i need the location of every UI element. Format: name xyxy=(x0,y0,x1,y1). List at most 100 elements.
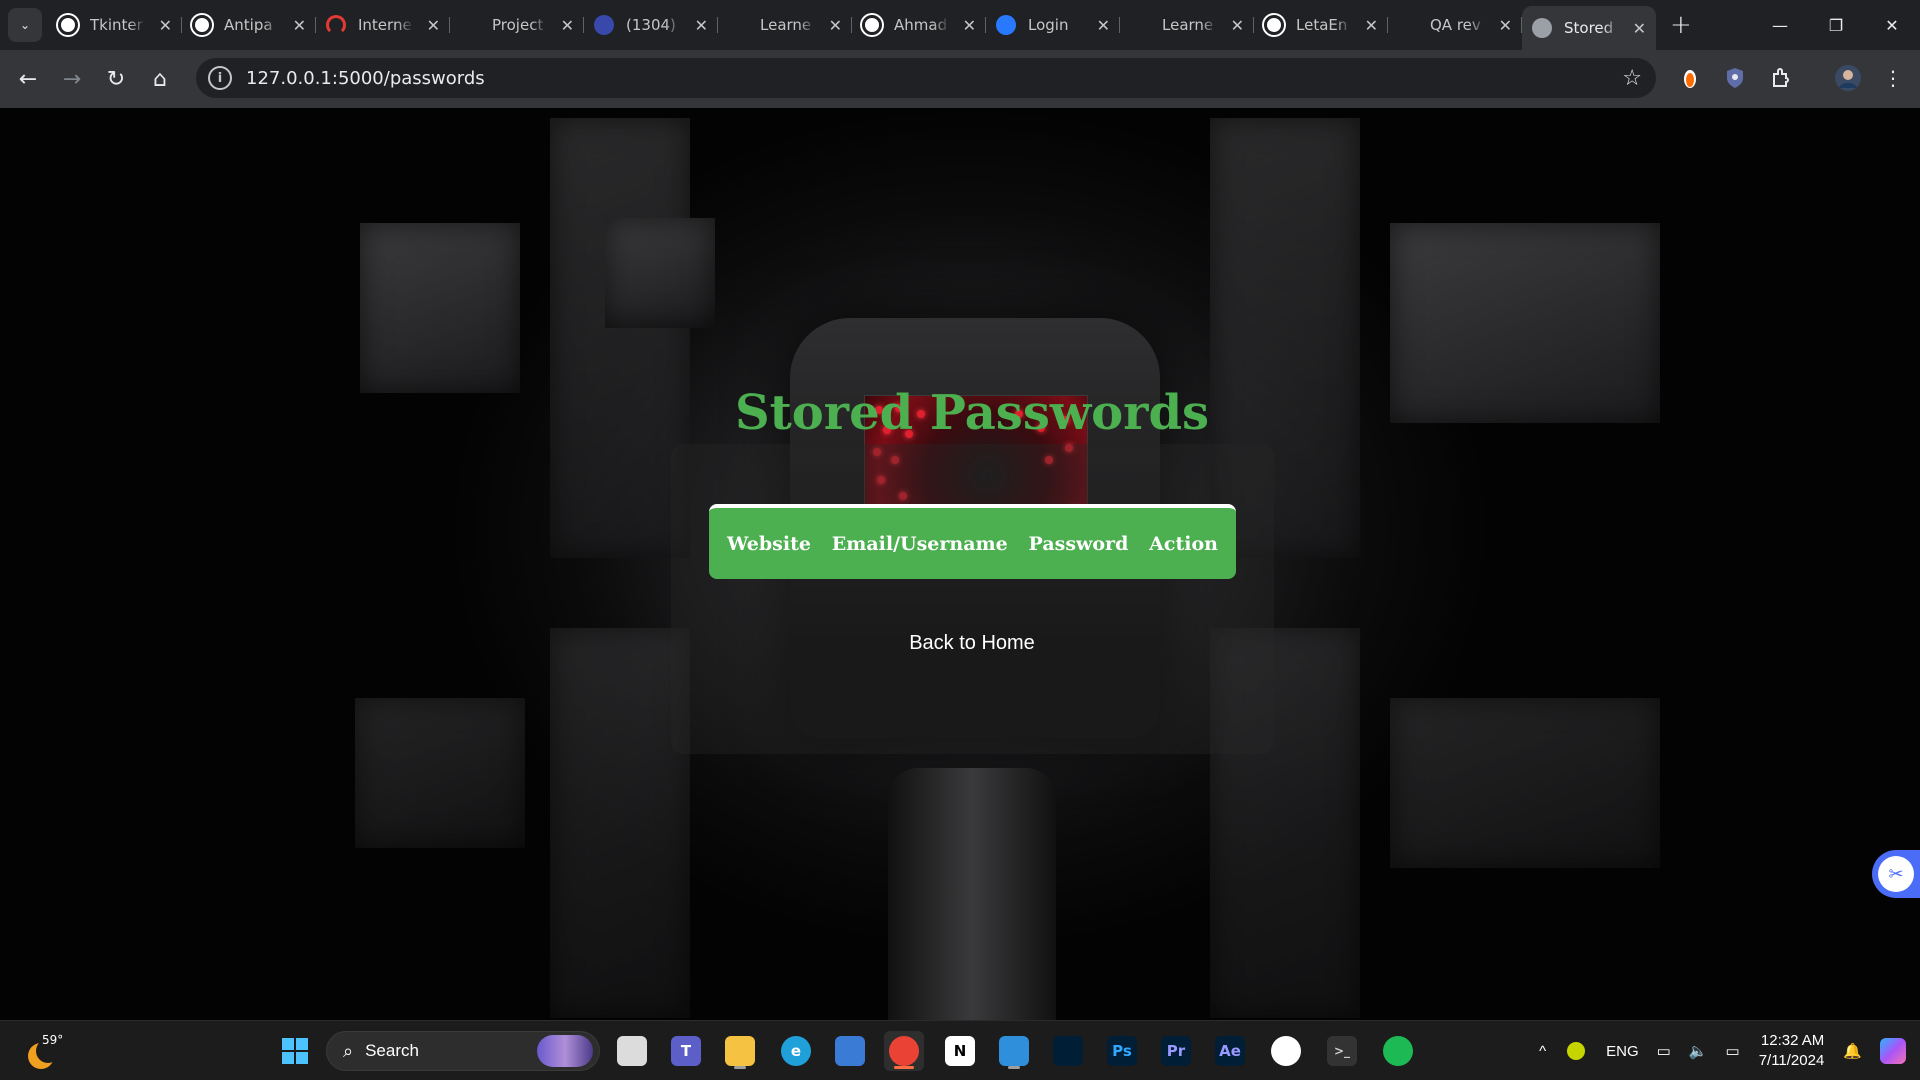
browser-tab[interactable]: Project ✕ xyxy=(450,5,584,45)
copilot-icon[interactable] xyxy=(1880,1038,1906,1064)
windows-taskbar: 59° ⌕ Search Te N Ps Pr Ae >_ ^ ENG ▭ 🔈 ▭ 12:… xyxy=(0,1020,1920,1080)
extension-fire-icon[interactable] xyxy=(1670,58,1710,98)
browser-tab[interactable]: LetaEn ✕ xyxy=(1254,5,1388,45)
browser-tab[interactable]: QA rev ✕ xyxy=(1388,5,1522,45)
edge-icon[interactable]: e xyxy=(776,1031,816,1071)
browser-tab[interactable]: Login ✕ xyxy=(986,5,1120,45)
weather-temperature: 59° xyxy=(42,1033,64,1047)
browser-toolbar: ← → ↻ ⌂ i 127.0.0.1:5000/passwords ☆ ⋮ xyxy=(0,50,1920,108)
language-indicator[interactable]: ENG xyxy=(1606,1043,1639,1060)
address-bar[interactable]: i 127.0.0.1:5000/passwords ☆ xyxy=(196,58,1656,98)
start-button[interactable] xyxy=(275,1031,315,1071)
show-hidden-icons-chevron-up-icon[interactable]: ^ xyxy=(1539,1043,1546,1060)
globe-icon xyxy=(1532,18,1552,38)
openai-icon xyxy=(58,15,78,35)
microsoft-store-icon[interactable] xyxy=(830,1031,870,1071)
extensions-puzzle-icon[interactable] xyxy=(1761,58,1801,98)
premiere-pro-icon[interactable]: Pr xyxy=(1156,1031,1196,1071)
network-icon[interactable]: ▭ xyxy=(1657,1042,1671,1060)
task-view-icon[interactable] xyxy=(612,1031,652,1071)
close-window-button[interactable]: ✕ xyxy=(1864,0,1920,50)
browser-tab[interactable]: Antipa ✕ xyxy=(182,5,316,45)
after-effects-icon[interactable]: Ae xyxy=(1210,1031,1250,1071)
close-tab-icon[interactable]: ✕ xyxy=(159,16,172,35)
tray-app-icon[interactable] xyxy=(1567,1042,1586,1060)
browser-tab[interactable]: Learne ✕ xyxy=(1120,5,1254,45)
browser-tab[interactable]: Stored ✕ xyxy=(1522,6,1656,50)
forward-arrow-icon[interactable]: → xyxy=(50,57,94,101)
column-header-action: Action xyxy=(1149,532,1218,555)
restore-button[interactable]: ❐ xyxy=(1808,0,1864,50)
browser-tab[interactable]: Tkinter ✕ xyxy=(48,5,182,45)
close-tab-icon[interactable]: ✕ xyxy=(829,16,842,35)
file-explorer-icon[interactable] xyxy=(720,1031,760,1071)
browser-tab[interactable]: Interne ✕ xyxy=(316,5,450,45)
tab-title: Stored xyxy=(1564,19,1614,37)
chrome-icon[interactable] xyxy=(884,1031,924,1071)
battery-icon[interactable]: ▭ xyxy=(1726,1042,1740,1060)
notifications-bell-icon[interactable]: 🔔 xyxy=(1843,1042,1862,1060)
bookmark-star-icon[interactable]: ☆ xyxy=(1622,66,1642,91)
close-tab-icon[interactable]: ✕ xyxy=(561,16,574,35)
browser-tab[interactable]: (1304) ✕ xyxy=(584,5,718,45)
search-icon: ⌕ xyxy=(343,1040,354,1062)
vs-code-icon-label xyxy=(999,1036,1029,1066)
home-icon[interactable]: ⌂ xyxy=(138,57,182,101)
terminal-icon[interactable]: >_ xyxy=(1322,1031,1362,1071)
vs-code-icon[interactable] xyxy=(994,1031,1034,1071)
weather-widget[interactable]: 59° xyxy=(24,1031,84,1071)
davinci-resolve-icon[interactable] xyxy=(1048,1031,1088,1071)
window-controls: — ❐ ✕ xyxy=(1752,0,1920,50)
browser-tab[interactable]: Learne ✕ xyxy=(718,5,852,45)
minimize-button[interactable]: — xyxy=(1752,0,1808,50)
edge-icon-label: e xyxy=(781,1036,811,1066)
background-block xyxy=(1390,698,1660,868)
tab-title: Login xyxy=(1028,16,1069,34)
browser-menu-icon[interactable]: ⋮ xyxy=(1873,58,1913,98)
premiere-pro-icon-label: Pr xyxy=(1161,1036,1191,1066)
blank-icon xyxy=(728,15,748,35)
github-icon xyxy=(192,15,212,35)
close-tab-icon[interactable]: ✕ xyxy=(1499,16,1512,35)
blank-icon xyxy=(1130,15,1150,35)
new-tab-button[interactable]: + xyxy=(1670,10,1692,40)
close-tab-icon[interactable]: ✕ xyxy=(963,16,976,35)
passwords-table-header: Website Email/Username Password Action xyxy=(709,504,1236,579)
volume-icon[interactable]: 🔈 xyxy=(1689,1042,1708,1060)
tab-search-chevron-down-icon[interactable]: ⌄ xyxy=(8,8,42,42)
tab-list: Tkinter ✕ Antipa ✕ Interne ✕ Project ✕ (1304) ✕ Le… xyxy=(48,0,1656,50)
extension-shield-icon[interactable] xyxy=(1715,58,1755,98)
close-tab-icon[interactable]: ✕ xyxy=(1365,16,1378,35)
close-tab-icon[interactable]: ✕ xyxy=(1231,16,1244,35)
task-view-icon-label xyxy=(617,1036,647,1066)
reload-icon[interactable]: ↻ xyxy=(94,57,138,101)
side-widget-button[interactable]: ✂ xyxy=(1872,850,1920,898)
badge-1k-icon xyxy=(594,15,614,35)
notion-icon[interactable]: N xyxy=(940,1031,980,1071)
after-effects-icon-label: Ae xyxy=(1215,1036,1245,1066)
profile-avatar[interactable] xyxy=(1828,58,1868,98)
c-logo-icon xyxy=(996,15,1016,35)
close-tab-icon[interactable]: ✕ xyxy=(695,16,708,35)
file-explorer-icon-label xyxy=(725,1036,755,1066)
back-to-home-link[interactable]: Back to Home xyxy=(0,632,1920,655)
background-block xyxy=(360,223,520,393)
close-tab-icon[interactable]: ✕ xyxy=(1097,16,1110,35)
security-camera-mount xyxy=(888,768,1056,1020)
photoshop-icon[interactable]: Ps xyxy=(1102,1031,1142,1071)
github-icon xyxy=(1264,15,1284,35)
url-text[interactable]: 127.0.0.1:5000/passwords xyxy=(246,68,485,89)
clock[interactable]: 12:32 AM 7/11/2024 xyxy=(1759,1031,1825,1071)
capcut-icon[interactable] xyxy=(1266,1031,1306,1071)
clock-time: 12:32 AM xyxy=(1760,1032,1825,1049)
close-tab-icon[interactable]: ✕ xyxy=(293,16,306,35)
back-arrow-icon[interactable]: ← xyxy=(6,57,50,101)
close-tab-icon[interactable]: ✕ xyxy=(1633,19,1646,38)
browser-tab[interactable]: Ahmad ✕ xyxy=(852,5,986,45)
github-icon xyxy=(862,15,882,35)
site-info-icon[interactable]: i xyxy=(208,66,232,90)
close-tab-icon[interactable]: ✕ xyxy=(427,16,440,35)
teams-icon[interactable]: T xyxy=(666,1031,706,1071)
taskbar-search[interactable]: ⌕ Search xyxy=(326,1031,600,1071)
spotify-icon[interactable] xyxy=(1378,1031,1418,1071)
